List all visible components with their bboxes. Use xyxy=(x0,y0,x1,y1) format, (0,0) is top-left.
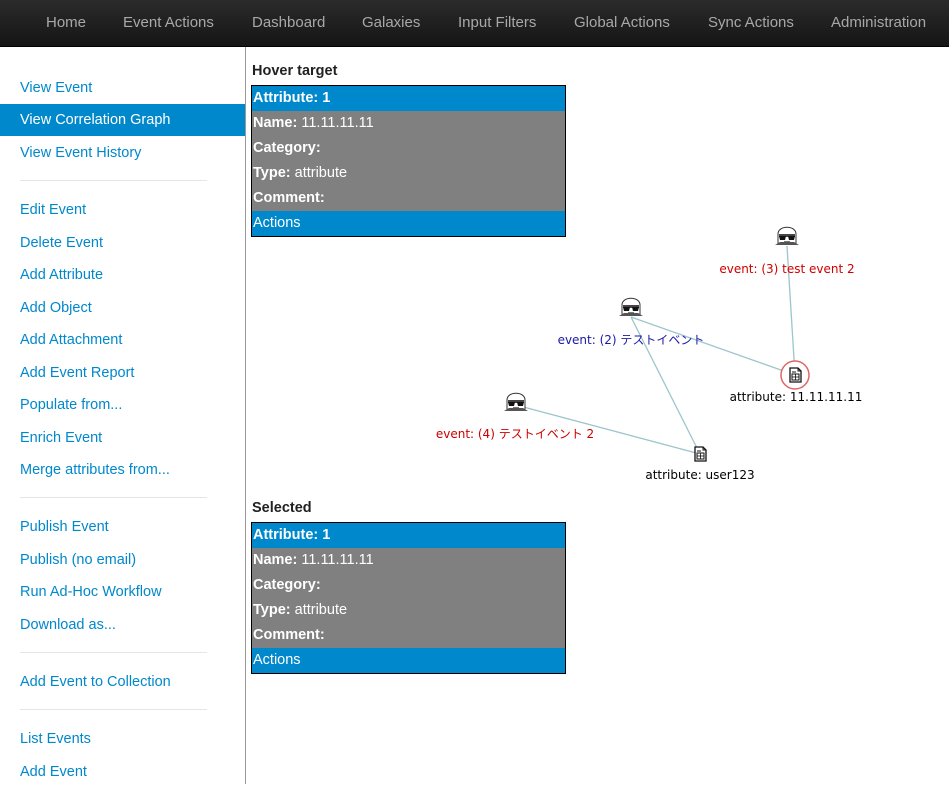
category-key: Category: xyxy=(253,577,321,593)
attribute-value: 1 xyxy=(322,527,331,543)
sidebar-divider xyxy=(20,652,207,653)
sidebar-divider xyxy=(20,180,207,181)
attribute-document-icon xyxy=(789,367,802,383)
type-key: Type: xyxy=(253,165,291,181)
name-row: Name: 11.11.11.11 xyxy=(252,548,565,573)
nav-input-filters[interactable]: Input Filters xyxy=(458,0,536,46)
type-value: attribute xyxy=(294,602,348,618)
stormtrooper-icon xyxy=(618,297,644,317)
type-row: Type: attribute xyxy=(252,161,565,186)
comment-key: Comment: xyxy=(253,190,325,206)
comment-row: Comment: xyxy=(252,623,565,648)
name-key: Name: xyxy=(253,115,298,131)
graph-node-label: attribute: 11.11.11.11 xyxy=(730,390,863,404)
sidebar-item-add-event-report[interactable]: Add Event Report xyxy=(0,357,245,389)
name-row: Name: 11.11.11.11 xyxy=(252,111,565,136)
attribute-value: 1 xyxy=(322,90,331,106)
sidebar-item-delete-event[interactable]: Delete Event xyxy=(0,227,245,259)
category-row: Category: xyxy=(252,136,565,161)
sidebar-item-publish-no-email[interactable]: Publish (no email) xyxy=(0,544,245,576)
name-value: 11.11.11.11 xyxy=(301,115,374,131)
nav-administration[interactable]: Administration xyxy=(831,0,926,46)
graph-node-label: event: (3) test event 2 xyxy=(719,262,854,276)
sidebar-divider xyxy=(20,709,207,710)
top-navbar: Home Event Actions Dashboard Galaxies In… xyxy=(0,0,949,47)
sidebar-item-merge-attributes-from[interactable]: Merge attributes from... xyxy=(0,454,245,486)
comment-key: Comment: xyxy=(253,627,325,643)
sidebar-item-enrich-event[interactable]: Enrich Event xyxy=(0,422,245,454)
name-value: 11.11.11.11 xyxy=(301,552,374,568)
category-key: Category: xyxy=(253,140,321,156)
nav-event-actions[interactable]: Event Actions xyxy=(123,0,214,46)
sidebar-item-add-attachment[interactable]: Add Attachment xyxy=(0,324,245,356)
graph-node-event-4[interactable]: event: (4) テストイベント 2 xyxy=(436,392,594,441)
sidebar: View Event View Correlation Graph View E… xyxy=(0,47,246,784)
nav-galaxies[interactable]: Galaxies xyxy=(362,0,420,46)
nav-dashboard[interactable]: Dashboard xyxy=(252,0,325,46)
name-key: Name: xyxy=(253,552,298,568)
selected-title: Selected xyxy=(252,500,312,516)
attribute-key: Attribute: xyxy=(253,90,319,106)
sidebar-item-view-event-history[interactable]: View Event History xyxy=(0,137,245,169)
category-row: Category: xyxy=(252,573,565,598)
sidebar-divider xyxy=(20,497,207,498)
graph-node-event-3[interactable]: event: (3) test event 2 xyxy=(719,226,855,276)
selected-panel: Attribute: 1 Name: 11.11.11.11 Category:… xyxy=(251,522,566,674)
type-value: attribute xyxy=(294,165,348,181)
actions-button[interactable]: Actions xyxy=(252,211,565,236)
sidebar-item-view-correlation-graph[interactable]: View Correlation Graph xyxy=(0,104,245,136)
graph-node-attribute-user123[interactable]: attribute: user123 xyxy=(645,446,755,482)
nav-sync-actions[interactable]: Sync Actions xyxy=(708,0,794,46)
sidebar-item-add-event-to-collection[interactable]: Add Event to Collection xyxy=(0,666,245,698)
graph-node-label: attribute: user123 xyxy=(645,468,754,482)
attribute-key: Attribute: xyxy=(253,527,319,543)
graph-node-event-2[interactable]: event: (2) テストイベント xyxy=(558,297,705,347)
sidebar-item-run-ad-hoc-workflow[interactable]: Run Ad-Hoc Workflow xyxy=(0,576,245,608)
attribute-row: Attribute: 1 xyxy=(252,86,565,111)
sidebar-item-download-as[interactable]: Download as... xyxy=(0,609,245,641)
nav-home[interactable]: Home xyxy=(46,0,86,46)
sidebar-item-add-object[interactable]: Add Object xyxy=(0,292,245,324)
actions-button[interactable]: Actions xyxy=(252,648,565,673)
sidebar-item-list-events[interactable]: List Events xyxy=(0,723,245,755)
sidebar-item-publish-event[interactable]: Publish Event xyxy=(0,511,245,543)
graph-node-attribute-11-11-11-11[interactable]: attribute: 11.11.11.11 xyxy=(730,360,863,404)
hover-target-panel: Attribute: 1 Name: 11.11.11.11 Category:… xyxy=(251,85,566,237)
sidebar-item-populate-from[interactable]: Populate from... xyxy=(0,389,245,421)
nav-global-actions[interactable]: Global Actions xyxy=(574,0,670,46)
attribute-document-icon xyxy=(694,446,707,462)
stormtrooper-icon xyxy=(774,226,800,246)
hover-target-title: Hover target xyxy=(252,63,338,79)
stormtrooper-icon xyxy=(503,392,529,412)
sidebar-item-edit-event[interactable]: Edit Event xyxy=(0,194,245,226)
comment-row: Comment: xyxy=(252,186,565,211)
type-key: Type: xyxy=(253,602,291,618)
sidebar-item-view-event[interactable]: View Event xyxy=(0,72,245,104)
graph-node-label: event: (4) テストイベント 2 xyxy=(436,427,594,441)
sidebar-item-add-attribute[interactable]: Add Attribute xyxy=(0,259,245,291)
type-row: Type: attribute xyxy=(252,598,565,623)
graph-node-label: event: (2) テストイベント xyxy=(558,333,705,347)
attribute-row: Attribute: 1 xyxy=(252,523,565,548)
sidebar-item-add-event[interactable]: Add Event xyxy=(0,756,245,788)
